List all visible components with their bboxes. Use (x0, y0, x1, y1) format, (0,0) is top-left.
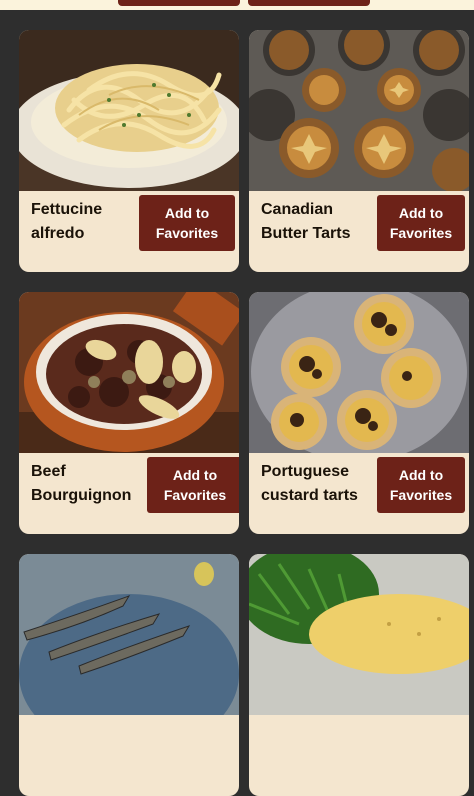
add-to-favorites-button[interactable]: Add to Favorites (147, 457, 239, 513)
custard-tarts-photo (249, 292, 469, 453)
recipe-title: Fettucine alfredo (31, 201, 103, 242)
beef-bourguignon-photo (19, 292, 239, 453)
add-to-favorites-button[interactable]: Add to Favorites (377, 195, 465, 251)
omelette-salad-photo (249, 554, 469, 715)
recipe-card (19, 554, 239, 796)
recipe-card (249, 554, 469, 796)
recipe-card: Portuguese custard tarts Add to Favorite… (249, 292, 469, 534)
add-to-favorites-button[interactable]: Add to Favorites (139, 195, 235, 251)
top-bar (0, 0, 474, 10)
recipe-card: Beef Bourguignon Add to Favorites (19, 292, 239, 534)
fettucine-alfredo-photo (19, 30, 239, 191)
recipe-title: Canadian Butter Tarts (261, 201, 351, 242)
recipe-title: Portuguese custard tarts (261, 463, 358, 504)
recipe-card: Canadian Butter Tarts Add to Favorites (249, 30, 469, 272)
add-to-favorites-button[interactable]: Add to Favorites (377, 457, 465, 513)
butter-tarts-photo (249, 30, 469, 191)
recipe-card: Fettucine alfredo Add to Favorites (19, 30, 239, 272)
recipe-title: Beef Bourguignon (31, 463, 132, 504)
nav-button-partial[interactable] (248, 0, 370, 6)
nav-button-partial[interactable] (118, 0, 240, 6)
grilled-sardines-photo (19, 554, 239, 715)
